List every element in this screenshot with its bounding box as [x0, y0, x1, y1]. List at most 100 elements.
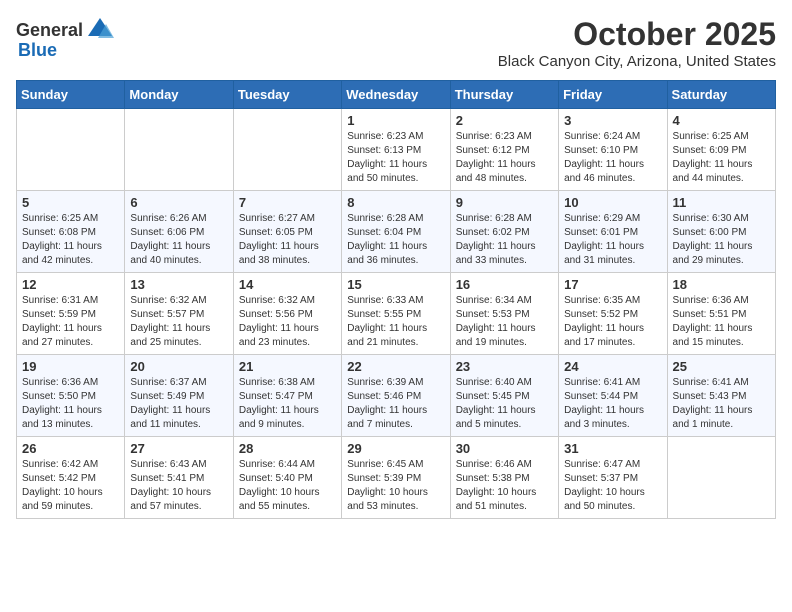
- weekday-header-monday: Monday: [125, 81, 233, 109]
- day-info: Sunrise: 6:23 AM Sunset: 6:12 PM Dayligh…: [456, 130, 553, 186]
- day-info: Sunrise: 6:41 AM Sunset: 5:44 PM Dayligh…: [564, 376, 661, 432]
- day-info: Sunrise: 6:31 AM Sunset: 5:59 PM Dayligh…: [22, 294, 119, 350]
- weekday-header-tuesday: Tuesday: [233, 81, 341, 109]
- day-info: Sunrise: 6:41 AM Sunset: 5:43 PM Dayligh…: [673, 376, 770, 432]
- calendar-cell: 30 Sunrise: 6:46 AM Sunset: 5:38 PM Dayli…: [450, 437, 558, 519]
- day-info: Sunrise: 6:25 AM Sunset: 6:08 PM Dayligh…: [22, 212, 119, 268]
- calendar-cell: 26Sunrise: 6:42 AM Sunset: 5:42 PM Dayli…: [17, 437, 125, 519]
- calendar-cell: 14 Sunrise: 6:32 AM Sunset: 5:56 PM Dayli…: [233, 273, 341, 355]
- calendar-cell: 4Sunrise: 6:25 AM Sunset: 6:09 PM Daylig…: [667, 109, 775, 191]
- day-info: Sunrise: 6:23 AM Sunset: 6:13 PM Dayligh…: [347, 130, 444, 186]
- day-number: 12: [22, 277, 119, 292]
- location-title: Black Canyon City, Arizona, United State…: [498, 53, 776, 70]
- calendar-cell: [233, 109, 341, 191]
- calendar-week-row: 26Sunrise: 6:42 AM Sunset: 5:42 PM Dayli…: [17, 437, 776, 519]
- day-number: 20: [130, 359, 227, 374]
- day-number: 15: [347, 277, 444, 292]
- calendar-cell: 9 Sunrise: 6:28 AM Sunset: 6:02 PM Daylig…: [450, 191, 558, 273]
- calendar-cell: 24 Sunrise: 6:41 AM Sunset: 5:44 PM Dayli…: [559, 355, 667, 437]
- day-number: 16: [456, 277, 553, 292]
- day-info: Sunrise: 6:33 AM Sunset: 5:55 PM Dayligh…: [347, 294, 444, 350]
- weekday-header-sunday: Sunday: [17, 81, 125, 109]
- calendar-cell: 7 Sunrise: 6:27 AM Sunset: 6:05 PM Daylig…: [233, 191, 341, 273]
- calendar-cell: 22 Sunrise: 6:39 AM Sunset: 5:46 PM Dayli…: [342, 355, 450, 437]
- calendar-cell: 28 Sunrise: 6:44 AM Sunset: 5:40 PM Dayli…: [233, 437, 341, 519]
- title-area: October 2025 Black Canyon City, Arizona,…: [498, 16, 776, 70]
- day-info: Sunrise: 6:35 AM Sunset: 5:52 PM Dayligh…: [564, 294, 661, 350]
- day-info: Sunrise: 6:46 AM Sunset: 5:38 PM Dayligh…: [456, 458, 553, 514]
- calendar-cell: [667, 437, 775, 519]
- day-number: 4: [673, 113, 770, 128]
- day-number: 22: [347, 359, 444, 374]
- calendar-week-row: 1Sunrise: 6:23 AM Sunset: 6:13 PM Daylig…: [17, 109, 776, 191]
- calendar-cell: 15 Sunrise: 6:33 AM Sunset: 5:55 PM Dayli…: [342, 273, 450, 355]
- day-number: 30: [456, 441, 553, 456]
- calendar-cell: 25Sunrise: 6:41 AM Sunset: 5:43 PM Dayli…: [667, 355, 775, 437]
- calendar-cell: 8 Sunrise: 6:28 AM Sunset: 6:04 PM Daylig…: [342, 191, 450, 273]
- day-number: 9: [456, 195, 553, 210]
- calendar-cell: [17, 109, 125, 191]
- day-number: 29: [347, 441, 444, 456]
- calendar-week-row: 12 Sunrise: 6:31 AM Sunset: 5:59 PM Dayli…: [17, 273, 776, 355]
- day-number: 19: [22, 359, 119, 374]
- day-number: 13: [130, 277, 227, 292]
- calendar-cell: [125, 109, 233, 191]
- day-number: 17: [564, 277, 661, 292]
- day-info: Sunrise: 6:29 AM Sunset: 6:01 PM Dayligh…: [564, 212, 661, 268]
- weekday-header-friday: Friday: [559, 81, 667, 109]
- day-number: 3: [564, 113, 661, 128]
- day-number: 31: [564, 441, 661, 456]
- calendar-cell: 31Sunrise: 6:47 AM Sunset: 5:37 PM Dayli…: [559, 437, 667, 519]
- calendar-cell: 3 Sunrise: 6:24 AM Sunset: 6:10 PM Daylig…: [559, 109, 667, 191]
- weekday-header-saturday: Saturday: [667, 81, 775, 109]
- day-info: Sunrise: 6:24 AM Sunset: 6:10 PM Dayligh…: [564, 130, 661, 186]
- day-info: Sunrise: 6:40 AM Sunset: 5:45 PM Dayligh…: [456, 376, 553, 432]
- calendar-table: SundayMondayTuesdayWednesdayThursdayFrid…: [16, 80, 776, 519]
- day-number: 24: [564, 359, 661, 374]
- day-number: 2: [456, 113, 553, 128]
- day-info: Sunrise: 6:27 AM Sunset: 6:05 PM Dayligh…: [239, 212, 336, 268]
- logo-general-text: General: [16, 20, 83, 41]
- calendar-cell: 6Sunrise: 6:26 AM Sunset: 6:06 PM Daylig…: [125, 191, 233, 273]
- calendar-cell: 18 Sunrise: 6:36 AM Sunset: 5:51 PM Dayli…: [667, 273, 775, 355]
- day-number: 5: [22, 195, 119, 210]
- day-number: 18: [673, 277, 770, 292]
- day-info: Sunrise: 6:28 AM Sunset: 6:02 PM Dayligh…: [456, 212, 553, 268]
- calendar-cell: 2 Sunrise: 6:23 AM Sunset: 6:12 PM Daylig…: [450, 109, 558, 191]
- calendar-week-row: 5 Sunrise: 6:25 AM Sunset: 6:08 PM Daylig…: [17, 191, 776, 273]
- calendar-cell: 10 Sunrise: 6:29 AM Sunset: 6:01 PM Dayli…: [559, 191, 667, 273]
- day-info: Sunrise: 6:39 AM Sunset: 5:46 PM Dayligh…: [347, 376, 444, 432]
- day-info: Sunrise: 6:28 AM Sunset: 6:04 PM Dayligh…: [347, 212, 444, 268]
- day-number: 14: [239, 277, 336, 292]
- calendar-cell: 21Sunrise: 6:38 AM Sunset: 5:47 PM Dayli…: [233, 355, 341, 437]
- day-info: Sunrise: 6:36 AM Sunset: 5:51 PM Dayligh…: [673, 294, 770, 350]
- calendar-cell: 1Sunrise: 6:23 AM Sunset: 6:13 PM Daylig…: [342, 109, 450, 191]
- day-info: Sunrise: 6:34 AM Sunset: 5:53 PM Dayligh…: [456, 294, 553, 350]
- calendar-cell: 19 Sunrise: 6:36 AM Sunset: 5:50 PM Dayli…: [17, 355, 125, 437]
- day-info: Sunrise: 6:45 AM Sunset: 5:39 PM Dayligh…: [347, 458, 444, 514]
- calendar-cell: 17 Sunrise: 6:35 AM Sunset: 5:52 PM Dayli…: [559, 273, 667, 355]
- calendar-cell: 29 Sunrise: 6:45 AM Sunset: 5:39 PM Dayli…: [342, 437, 450, 519]
- calendar-cell: 5 Sunrise: 6:25 AM Sunset: 6:08 PM Daylig…: [17, 191, 125, 273]
- header: General Blue October 2025 Black Canyon C…: [16, 16, 776, 70]
- day-info: Sunrise: 6:30 AM Sunset: 6:00 PM Dayligh…: [673, 212, 770, 268]
- day-number: 11: [673, 195, 770, 210]
- day-number: 10: [564, 195, 661, 210]
- day-info: Sunrise: 6:36 AM Sunset: 5:50 PM Dayligh…: [22, 376, 119, 432]
- day-info: Sunrise: 6:44 AM Sunset: 5:40 PM Dayligh…: [239, 458, 336, 514]
- day-info: Sunrise: 6:43 AM Sunset: 5:41 PM Dayligh…: [130, 458, 227, 514]
- calendar-cell: 13Sunrise: 6:32 AM Sunset: 5:57 PM Dayli…: [125, 273, 233, 355]
- logo-icon: [86, 16, 114, 44]
- calendar-cell: 27Sunrise: 6:43 AM Sunset: 5:41 PM Dayli…: [125, 437, 233, 519]
- day-number: 21: [239, 359, 336, 374]
- day-number: 7: [239, 195, 336, 210]
- day-info: Sunrise: 6:32 AM Sunset: 5:56 PM Dayligh…: [239, 294, 336, 350]
- month-title: October 2025: [498, 16, 776, 53]
- weekday-header-row: SundayMondayTuesdayWednesdayThursdayFrid…: [17, 81, 776, 109]
- day-number: 8: [347, 195, 444, 210]
- day-number: 26: [22, 441, 119, 456]
- day-info: Sunrise: 6:26 AM Sunset: 6:06 PM Dayligh…: [130, 212, 227, 268]
- day-number: 28: [239, 441, 336, 456]
- logo: General Blue: [16, 16, 114, 61]
- calendar-cell: 11 Sunrise: 6:30 AM Sunset: 6:00 PM Dayli…: [667, 191, 775, 273]
